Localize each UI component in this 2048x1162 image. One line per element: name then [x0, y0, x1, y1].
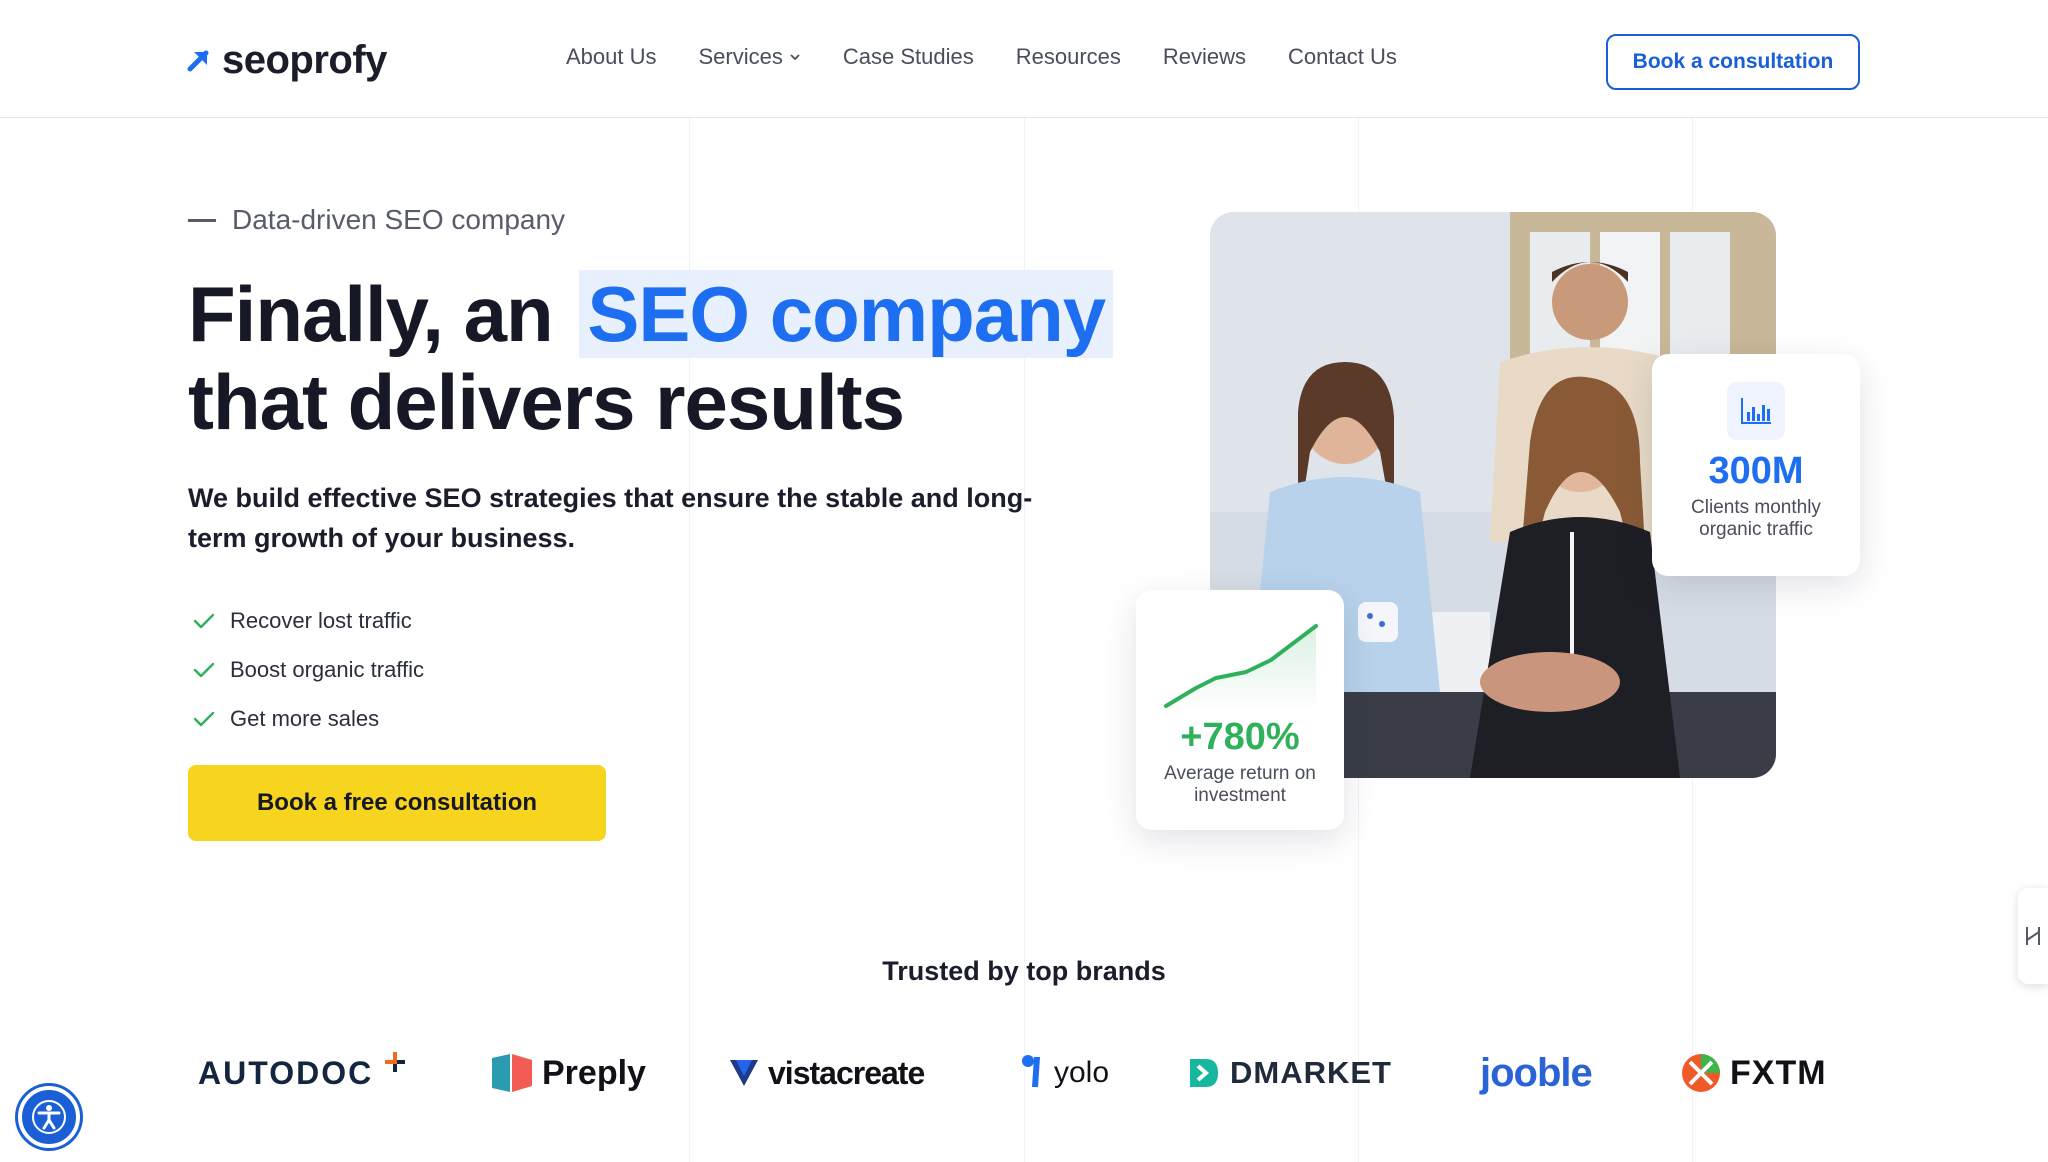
headline-prefix: Finally, an	[188, 270, 554, 358]
brand-name: jooble	[1480, 1050, 1593, 1095]
benefit-label: Recover lost traffic	[230, 607, 412, 633]
brand-name: AUTODOC	[198, 1054, 374, 1091]
list-item: Recover lost traffic	[192, 596, 424, 645]
list-item: Get more sales	[192, 694, 424, 743]
nav-about-us[interactable]: About Us	[566, 44, 657, 70]
brand-name: yolo	[1054, 1056, 1110, 1089]
benefit-label: Boost organic traffic	[230, 656, 425, 682]
stat-value: +780%	[1180, 716, 1300, 758]
book-consultation-button[interactable]: Book a consultation	[1606, 34, 1860, 90]
nav-label: Contact Us	[1288, 44, 1397, 69]
brand-logos: AUTODOC Preply vistacreate yolo DMARKET …	[190, 1040, 1830, 1106]
nav-contact-us[interactable]: Contact Us	[1288, 44, 1397, 70]
nav-label: Services	[698, 44, 783, 69]
headline-highlight: SEO company	[579, 270, 1114, 358]
brand-preply: Preply	[490, 1040, 646, 1106]
brand-name: vistacreate	[768, 1054, 925, 1091]
brand-autodoc: AUTODOC	[198, 1040, 409, 1106]
brand-vistacreate: vistacreate	[728, 1040, 925, 1106]
main-nav: About Us Services Case Studies Resources…	[566, 44, 1397, 70]
list-item: Boost organic traffic	[192, 645, 424, 694]
brand-jooble: jooble	[1480, 1040, 1593, 1106]
site-logo[interactable]: seoprofy	[186, 36, 387, 84]
brand-name: Preply	[542, 1053, 646, 1092]
bar-chart-icon	[1741, 398, 1771, 424]
benefits-list: Recover lost traffic Boost organic traff…	[192, 596, 424, 743]
stat-icon-box	[1727, 382, 1785, 440]
nav-label: Resources	[1015, 44, 1121, 69]
arrow-up-right-icon	[187, 50, 209, 72]
check-icon	[193, 613, 215, 628]
nav-case-studies[interactable]: Case Studies	[843, 44, 974, 70]
headline-line-1: Finally, an SEO company	[188, 270, 1114, 358]
nav-services[interactable]: Services	[699, 44, 801, 70]
benefit-label: Get more sales	[230, 705, 380, 731]
nav-reviews[interactable]: Reviews	[1163, 44, 1246, 70]
vistacreate-logo-icon	[730, 1060, 758, 1086]
growth-line-icon	[1164, 624, 1318, 712]
brands-title: Trusted by top brands	[882, 956, 1166, 986]
chevron-down-icon	[790, 54, 800, 61]
brand-name: DMARKET	[1230, 1055, 1392, 1090]
hero-headline: Finally, an SEO company that delivers re…	[188, 270, 1114, 446]
brand-yolo: yolo	[1020, 1040, 1109, 1106]
check-icon	[193, 662, 215, 677]
accessibility-button[interactable]	[18, 1086, 80, 1148]
dash-divider	[188, 218, 216, 222]
stat-label: Average return on investment	[1164, 763, 1316, 806]
autodoc-plus-icon	[385, 1052, 406, 1072]
brand-name: FXTM	[1730, 1053, 1827, 1092]
nav-label: Reviews	[1162, 44, 1247, 69]
preply-logo-icon	[492, 1054, 532, 1092]
site-header: seoprofy About Us Services Case Studies …	[0, 0, 2048, 118]
brand-fxtm: FXTM	[1680, 1040, 1827, 1106]
stat-label: Clients monthly organic traffic	[1691, 497, 1821, 540]
hero-eyebrow: Data-driven SEO company	[188, 204, 565, 236]
book-free-consultation-button[interactable]: Book a free consultation	[188, 765, 606, 841]
hero-subheadline: We build effective SEO strategies that e…	[188, 483, 1033, 553]
fxtm-logo-icon	[1682, 1054, 1720, 1092]
eyebrow-text: Data-driven SEO company	[232, 204, 566, 235]
logo-text: seoprofy	[222, 37, 387, 82]
nav-label: Case Studies	[842, 44, 974, 69]
accessibility-icon	[32, 1100, 66, 1134]
roi-stat-card: +780% Average return on investment	[1136, 590, 1344, 830]
nav-label: About Us	[566, 44, 657, 69]
dmarket-logo-icon	[1190, 1059, 1218, 1087]
nav-resources[interactable]: Resources	[1016, 44, 1121, 70]
brand-dmarket: DMARKET	[1186, 1040, 1392, 1106]
traffic-stat-card: 300M Clients monthly organic traffic	[1652, 354, 1860, 576]
side-widget-tab[interactable]	[2018, 888, 2048, 984]
yolo-logo-icon	[1022, 1055, 1040, 1087]
stat-value: 300M	[1708, 450, 1804, 492]
side-widget-icon	[2026, 927, 2040, 945]
check-icon	[193, 711, 215, 726]
headline-line-2: that delivers results	[188, 358, 905, 446]
